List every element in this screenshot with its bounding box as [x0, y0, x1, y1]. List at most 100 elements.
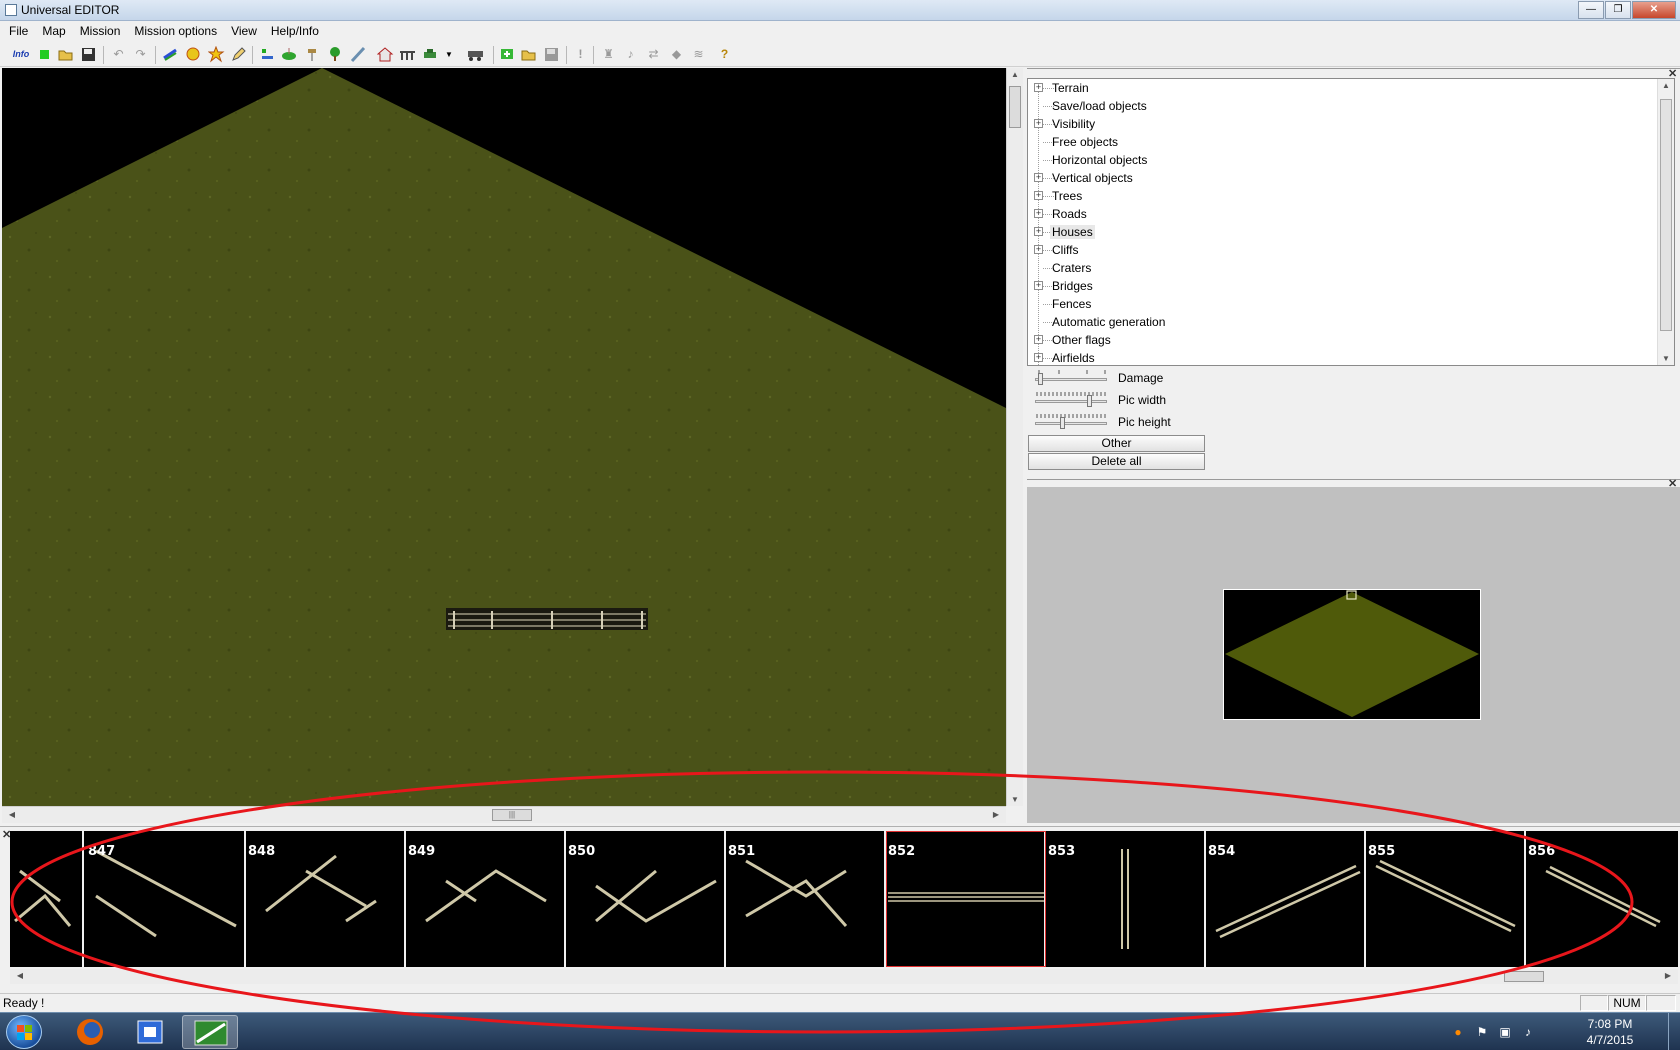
vehicle-icon[interactable]	[422, 46, 439, 63]
expand-plus-icon[interactable]: +	[1034, 335, 1043, 344]
scroll-up-icon[interactable]: ▲	[1658, 81, 1674, 90]
expand-plus-icon[interactable]: +	[1034, 209, 1043, 218]
volume-icon[interactable]: ♪	[1520, 1024, 1536, 1040]
tree-item[interactable]: + Visibility	[1028, 115, 1648, 133]
tree-item[interactable]: + Roads	[1028, 205, 1648, 223]
maximize-button[interactable]: ❐	[1605, 1, 1631, 19]
explosion-tool-icon[interactable]	[185, 46, 202, 63]
road-icon[interactable]	[350, 46, 367, 63]
object-tile[interactable]: 855	[1366, 831, 1526, 967]
scroll-left-icon[interactable]: ◀	[12, 971, 28, 980]
save-gray-icon[interactable]	[543, 46, 560, 63]
tree-item[interactable]: Save/load objects	[1028, 97, 1648, 115]
unit-icon[interactable]: ♜	[600, 46, 617, 63]
help-question-icon[interactable]: ?	[716, 46, 733, 63]
train-icon[interactable]	[467, 46, 484, 63]
tree-item[interactable]: + Vertical objects	[1028, 169, 1648, 187]
strip-scrollbar[interactable]: ◀ ▶	[10, 969, 1678, 984]
app-taskbar-button[interactable]	[122, 1015, 178, 1049]
pencil-tool-icon[interactable]	[230, 46, 247, 63]
expand-plus-icon[interactable]: +	[1034, 281, 1043, 290]
pic-width-slider[interactable]	[1035, 400, 1107, 403]
shuffle-icon[interactable]: ⇄	[645, 46, 662, 63]
minimap[interactable]	[1223, 589, 1481, 720]
object-tile[interactable]	[10, 831, 84, 967]
tree-item[interactable]: + Bridges	[1028, 277, 1648, 295]
scroll-thumb[interactable]: |||	[492, 809, 532, 821]
scroll-thumb[interactable]	[1660, 99, 1672, 331]
delete-all-button[interactable]: Delete all	[1028, 453, 1205, 470]
damage-slider-knob[interactable]	[1038, 373, 1044, 385]
tree-item[interactable]: + Trees	[1028, 187, 1648, 205]
tree-item[interactable]: + Terrain	[1028, 79, 1648, 97]
new-green-square-icon[interactable]	[36, 46, 53, 63]
tree-item[interactable]: + Other flags	[1028, 331, 1648, 349]
tree-item[interactable]: Free objects	[1028, 133, 1648, 151]
minimize-button[interactable]: —	[1578, 1, 1604, 19]
house-icon[interactable]	[376, 46, 394, 63]
open-folder-icon[interactable]	[57, 46, 74, 63]
map-view[interactable]	[2, 68, 1006, 806]
expand-plus-icon[interactable]: +	[1034, 191, 1043, 200]
scroll-thumb[interactable]	[1504, 971, 1544, 982]
scroll-down-icon[interactable]: ▼	[1007, 795, 1023, 804]
tree-item[interactable]: Fences	[1028, 295, 1648, 313]
start-button[interactable]	[6, 1015, 42, 1049]
object-tile[interactable]: 850	[566, 831, 726, 967]
scroll-down-icon[interactable]: ▼	[1658, 354, 1674, 363]
network-icon[interactable]: ▣	[1497, 1024, 1513, 1040]
tree-icon[interactable]	[327, 46, 344, 63]
expand-plus-icon[interactable]: +	[1034, 227, 1043, 236]
object-tile[interactable]: 851	[726, 831, 886, 967]
menu-file[interactable]: File	[2, 22, 35, 42]
tree-item[interactable]: + Cliffs	[1028, 241, 1648, 259]
map-horizontal-scrollbar[interactable]: ◀ ||| ▶	[2, 806, 1006, 823]
info-button[interactable]: Info	[11, 46, 31, 63]
sound-icon[interactable]: ♪	[622, 46, 639, 63]
align-icon[interactable]	[259, 46, 276, 63]
object-tile[interactable]: 856	[1526, 831, 1678, 967]
dropdown-arrow-icon[interactable]: ▼	[444, 46, 454, 63]
show-desktop-button[interactable]	[1668, 1013, 1680, 1050]
scroll-right-icon[interactable]: ▶	[1660, 971, 1676, 980]
scroll-right-icon[interactable]: ▶	[988, 810, 1004, 819]
tree-item[interactable]: + Airfields	[1028, 349, 1648, 365]
menu-mission-options[interactable]: Mission options	[127, 22, 224, 42]
flag-icon[interactable]: ⚑	[1474, 1024, 1490, 1040]
object-tile[interactable]: 849	[406, 831, 566, 967]
other-button[interactable]: Other	[1028, 435, 1205, 452]
pic-width-slider-knob[interactable]	[1087, 395, 1093, 407]
redo-icon[interactable]: ↷	[132, 46, 149, 63]
bush-icon[interactable]	[281, 46, 298, 63]
damage-slider[interactable]	[1035, 378, 1107, 381]
object-tile[interactable]: 848	[246, 831, 406, 967]
menu-map[interactable]: Map	[35, 22, 72, 42]
tree-item[interactable]: Automatic generation	[1028, 313, 1648, 331]
pic-height-slider-knob[interactable]	[1060, 417, 1066, 429]
tree-item[interactable]: + Houses	[1028, 223, 1648, 241]
explosion-burst-icon[interactable]	[207, 45, 225, 63]
expand-plus-icon[interactable]: +	[1034, 119, 1043, 128]
scroll-left-icon[interactable]: ◀	[4, 810, 20, 819]
clock[interactable]: 7:08 PM 4/7/2015	[1580, 1016, 1640, 1048]
tree-item[interactable]: Horizontal objects	[1028, 151, 1648, 169]
map-vertical-scrollbar[interactable]: ▲ ▼	[1006, 68, 1023, 806]
tray-app-icon[interactable]: ●	[1450, 1024, 1466, 1040]
object-tile[interactable]: 854	[1206, 831, 1366, 967]
folder-open-icon[interactable]	[520, 46, 537, 63]
menu-help-info[interactable]: Help/Info	[264, 22, 326, 42]
menu-mission[interactable]: Mission	[73, 22, 128, 42]
object-tile[interactable]: 852	[886, 831, 1046, 967]
expand-plus-icon[interactable]: +	[1034, 173, 1043, 182]
save-disk-icon[interactable]	[80, 46, 97, 63]
signpost-icon[interactable]	[304, 46, 321, 63]
spring-icon[interactable]: ≋	[690, 46, 707, 63]
expand-plus-icon[interactable]: +	[1034, 245, 1043, 254]
fence-object[interactable]	[446, 608, 648, 630]
scroll-up-icon[interactable]: ▲	[1007, 70, 1023, 79]
universal-editor-taskbar-button[interactable]	[182, 1015, 238, 1049]
firefox-taskbar-button[interactable]	[62, 1015, 118, 1049]
fence-tool-icon[interactable]	[162, 46, 179, 63]
object-tile[interactable]: 853	[1046, 831, 1206, 967]
menu-view[interactable]: View	[224, 22, 264, 42]
